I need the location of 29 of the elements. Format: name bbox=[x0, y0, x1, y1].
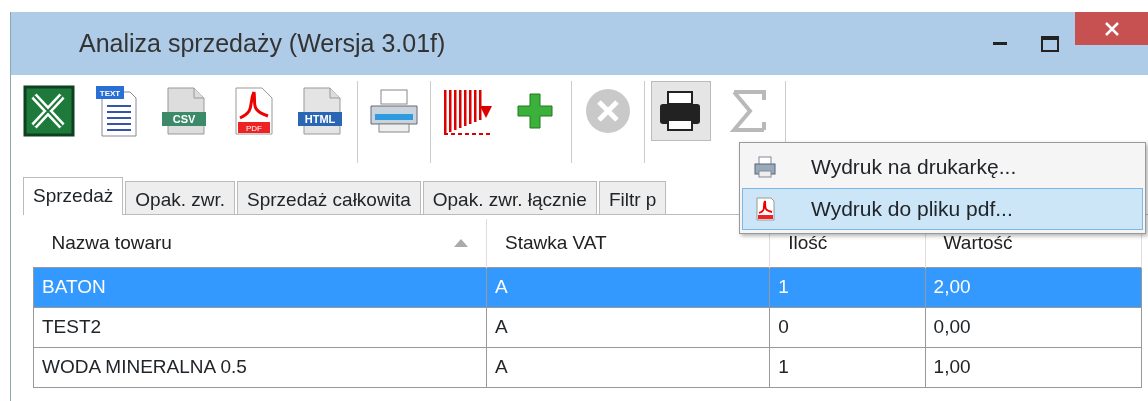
table-cell: BATON bbox=[33, 267, 487, 307]
menu-item[interactable]: Wydruk na drukarkę... bbox=[742, 146, 1143, 188]
table-cell: A bbox=[486, 347, 770, 387]
sort-icon bbox=[454, 238, 468, 247]
table-cell: 1 bbox=[769, 347, 926, 387]
spreadsheet-icon bbox=[22, 84, 76, 138]
table-cell: WODA MINERALNA 0.5 bbox=[33, 347, 487, 387]
table-cell: 1,00 bbox=[925, 347, 1142, 387]
tab[interactable]: Opak. zwr. bbox=[125, 181, 236, 214]
pdf-file-icon bbox=[753, 197, 777, 221]
table-cell: 0 bbox=[769, 307, 926, 347]
table-cell: A bbox=[486, 267, 770, 307]
table-cell: TEST2 bbox=[33, 307, 487, 347]
table-cell: 0,00 bbox=[925, 307, 1142, 347]
window-title: Analiza sprzedaży (Wersja 3.01f) bbox=[79, 27, 447, 59]
tab[interactable]: Filtr p bbox=[598, 181, 667, 214]
printer-icon bbox=[753, 155, 777, 179]
maximize-icon bbox=[1041, 36, 1059, 53]
table-cell: 2,00 bbox=[925, 267, 1142, 307]
close-button[interactable] bbox=[1075, 12, 1148, 45]
minimize-icon bbox=[993, 42, 1007, 47]
toolbar-button[interactable] bbox=[651, 81, 711, 141]
tab[interactable]: Opak. zwr. łącznie bbox=[422, 181, 597, 214]
tab[interactable]: Sprzedaż całkowita bbox=[237, 181, 421, 214]
menu-item[interactable]: Wydruk do pliku pdf... bbox=[742, 188, 1143, 230]
close-icon bbox=[1103, 21, 1120, 38]
table-cell: 1 bbox=[769, 267, 926, 307]
table-cell: A bbox=[486, 307, 770, 347]
tab[interactable]: Sprzedaż bbox=[23, 177, 124, 215]
